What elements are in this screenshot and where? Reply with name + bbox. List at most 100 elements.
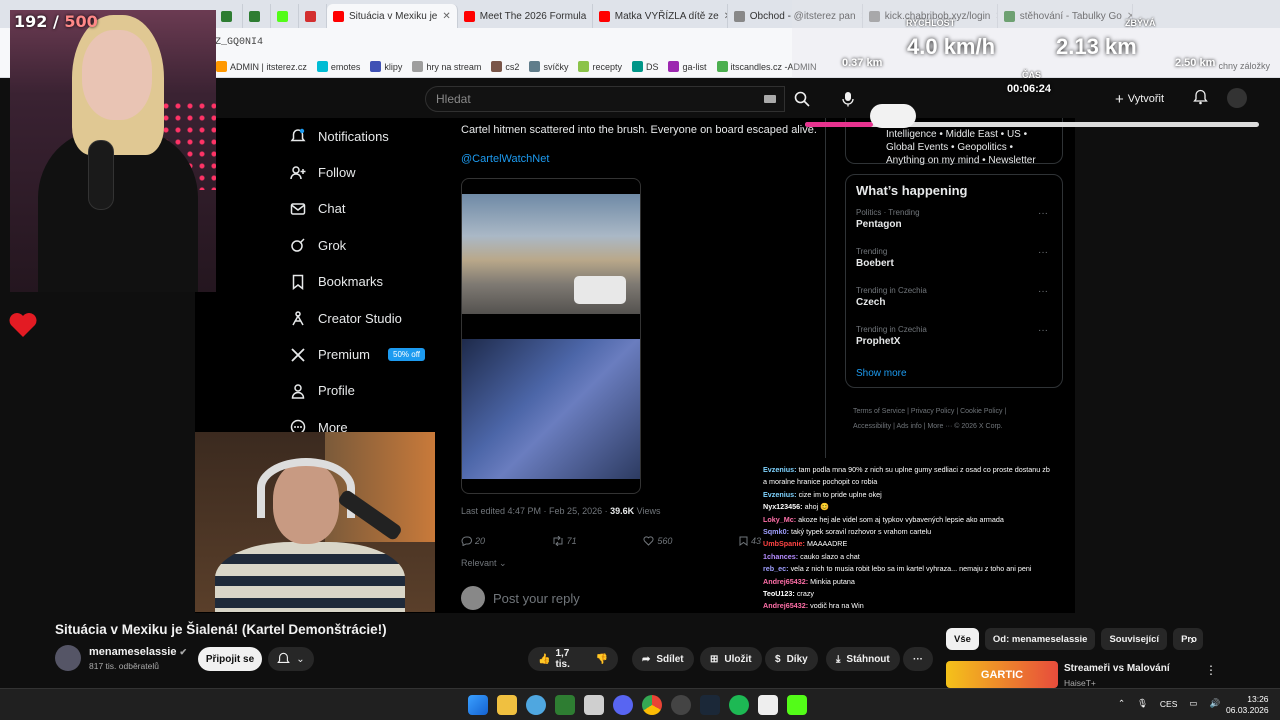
chat-username[interactable]: Nyx123456:	[763, 502, 803, 511]
bookmark-item[interactable]: klipy	[370, 61, 402, 72]
browser-tab[interactable]	[271, 4, 299, 28]
notifications-button[interactable]	[1193, 89, 1208, 110]
language-indicator[interactable]: CES	[1160, 699, 1177, 709]
like-action[interactable]: 560	[643, 536, 672, 546]
footer-line-2[interactable]: Accessibility | Ads info | More ··· © 20…	[853, 419, 1063, 434]
x-nav-item[interactable]: Bookmarks	[290, 264, 480, 300]
start-icon[interactable]	[468, 695, 488, 715]
x-nav-item[interactable]: Profile	[290, 373, 480, 409]
spotify-icon[interactable]	[729, 695, 749, 715]
join-button[interactable]: Připojit se	[198, 647, 262, 671]
show-more-link[interactable]: Show more	[856, 368, 1052, 379]
bookmark-item[interactable]: ADMIN | itsterez.cz	[216, 61, 307, 72]
recommended-channel[interactable]: HaiseT+	[1064, 678, 1096, 688]
chat-username[interactable]: Evzenius:	[763, 465, 797, 474]
x-nav-item[interactable]: Chat	[290, 191, 480, 227]
more-horizontal-icon[interactable]: ···	[1038, 286, 1048, 297]
filter-chip[interactable]: Od: menameselassie	[984, 628, 1096, 650]
browser-tab[interactable]	[243, 4, 271, 28]
chat-username[interactable]: Loky_Mc:	[763, 515, 796, 524]
bookmark-action[interactable]: 43	[739, 536, 761, 546]
chevron-up-icon[interactable]: ⌃	[1118, 698, 1125, 709]
account-avatar[interactable]	[1227, 88, 1247, 108]
more-actions-button[interactable]: ···	[903, 647, 933, 671]
chevron-right-icon[interactable]: ›	[1190, 632, 1194, 647]
browser-tab[interactable]	[299, 4, 327, 28]
mic-tray-icon[interactable]: 🎙	[1137, 698, 1148, 709]
browser-tab[interactable]: Matka VYŘÍZLA dítě ze✕	[593, 4, 728, 28]
volume-icon[interactable]: 🔊	[1209, 698, 1220, 709]
keyboard-icon[interactable]	[764, 95, 776, 103]
bookmark-item[interactable]: DS	[631, 61, 658, 72]
bookmark-item[interactable]: cs2	[491, 61, 519, 72]
steam-icon[interactable]	[700, 695, 720, 715]
tweet-mention[interactable]: @CartelWatchNet	[461, 153, 826, 165]
trend-item[interactable]: Trending in Czechia ProphetX ···	[856, 325, 1052, 364]
reply-action[interactable]: 20	[461, 536, 485, 546]
chat-username[interactable]: Sqmk0:	[763, 527, 789, 536]
network-icon[interactable]: ▭	[1189, 698, 1197, 709]
url-text[interactable]: Z_GQ0NI4	[215, 37, 263, 48]
subscription-bell-button[interactable]: ⌄	[268, 647, 314, 671]
create-button[interactable]: + Vytvořit	[1115, 86, 1164, 112]
more-horizontal-icon[interactable]: ···	[1038, 208, 1048, 219]
x-nav-item[interactable]: Follow	[290, 154, 480, 190]
kick-icon[interactable]	[787, 695, 807, 715]
filter-chip[interactable]: Vše	[946, 628, 979, 650]
bookmark-item[interactable]: recepty	[578, 61, 622, 72]
thanks-button[interactable]: $ Díky	[765, 647, 818, 671]
browser-tab[interactable]: Situácia v Mexiku je ✕	[327, 4, 458, 28]
search-input[interactable]: Hledat	[425, 86, 785, 112]
obs-icon[interactable]	[671, 695, 691, 715]
trend-item[interactable]: Politics · Trending Pentagon ···	[856, 208, 1052, 247]
bookmark-item[interactable]: hry na stream	[412, 61, 481, 72]
trend-item[interactable]: Trending Boebert ···	[856, 247, 1052, 286]
more-horizontal-icon[interactable]: ···	[1038, 247, 1048, 258]
channel-name[interactable]: menameselassie ✔	[89, 646, 187, 658]
channel-avatar[interactable]	[55, 645, 81, 671]
cc-cleaner-icon[interactable]	[526, 695, 546, 715]
clock[interactable]: 13:26 06.03.2026	[1226, 694, 1269, 716]
repost-action[interactable]: 71	[552, 536, 577, 546]
chat-username[interactable]: reb_ec:	[763, 564, 789, 573]
like-button[interactable]: 👍 1,7 tis.	[538, 648, 576, 670]
more-horizontal-icon[interactable]: ···	[1038, 325, 1048, 336]
close-tab-icon[interactable]: ✕	[442, 11, 450, 22]
footer-line-1[interactable]: Terms of Service | Privacy Policy | Cook…	[853, 404, 1063, 419]
x-nav-item[interactable]: Notifications	[290, 118, 480, 154]
discord-icon[interactable]	[613, 695, 633, 715]
browser-tab[interactable]: Meet The 2026 Formula✕	[458, 4, 593, 28]
dislike-button[interactable]: 👎	[596, 654, 608, 665]
tweet-media[interactable]	[461, 178, 641, 494]
bookmark-item[interactable]: svíčky	[529, 61, 568, 72]
chat-username[interactable]: TeoU123:	[763, 589, 795, 598]
x-nav-item[interactable]: Premium 50% off	[290, 336, 480, 372]
bookmark-item[interactable]: emotes	[316, 61, 360, 72]
kebab-menu-icon[interactable]: ⋮	[1205, 663, 1217, 677]
share-button[interactable]: ➦ Sdílet	[632, 647, 694, 671]
chat-username[interactable]: 1chances:	[763, 552, 798, 561]
bookmark-item[interactable]: ga-list	[668, 61, 707, 72]
voice-search-button[interactable]	[835, 86, 861, 112]
reply-composer[interactable]: Post your reply	[461, 586, 580, 610]
chat-username[interactable]: Andrej65432:	[763, 601, 808, 610]
filter-chip[interactable]: Pro	[1173, 628, 1204, 650]
browser-tab[interactable]	[215, 4, 243, 28]
chat-username[interactable]: Andrej65432:	[763, 577, 808, 586]
download-button[interactable]: ⤓ Stáhnout	[826, 647, 900, 671]
x-nav-item[interactable]: Creator Studio	[290, 300, 480, 336]
search-button[interactable]	[787, 86, 817, 112]
recommended-title[interactable]: Streameři vs Malování	[1064, 663, 1170, 674]
sort-relevant[interactable]: Relevant ⌄	[461, 558, 507, 569]
file-explorer-icon[interactable]	[497, 695, 517, 715]
trend-item[interactable]: Trending in Czechia Czech ···	[856, 286, 1052, 325]
excel-icon[interactable]	[555, 695, 575, 715]
x-nav-item[interactable]: Grok	[290, 227, 480, 263]
chat-username[interactable]: UmbSpanie:	[763, 539, 805, 548]
chrome-icon[interactable]	[642, 695, 662, 715]
filter-chip[interactable]: Související	[1101, 628, 1168, 650]
chat-username[interactable]: Evzenius:	[763, 490, 797, 499]
save-button[interactable]: ⊞ Uložit	[700, 647, 762, 671]
recommended-thumbnail[interactable]: GARTIC	[946, 661, 1058, 688]
puzzle-app-icon[interactable]	[584, 695, 604, 715]
